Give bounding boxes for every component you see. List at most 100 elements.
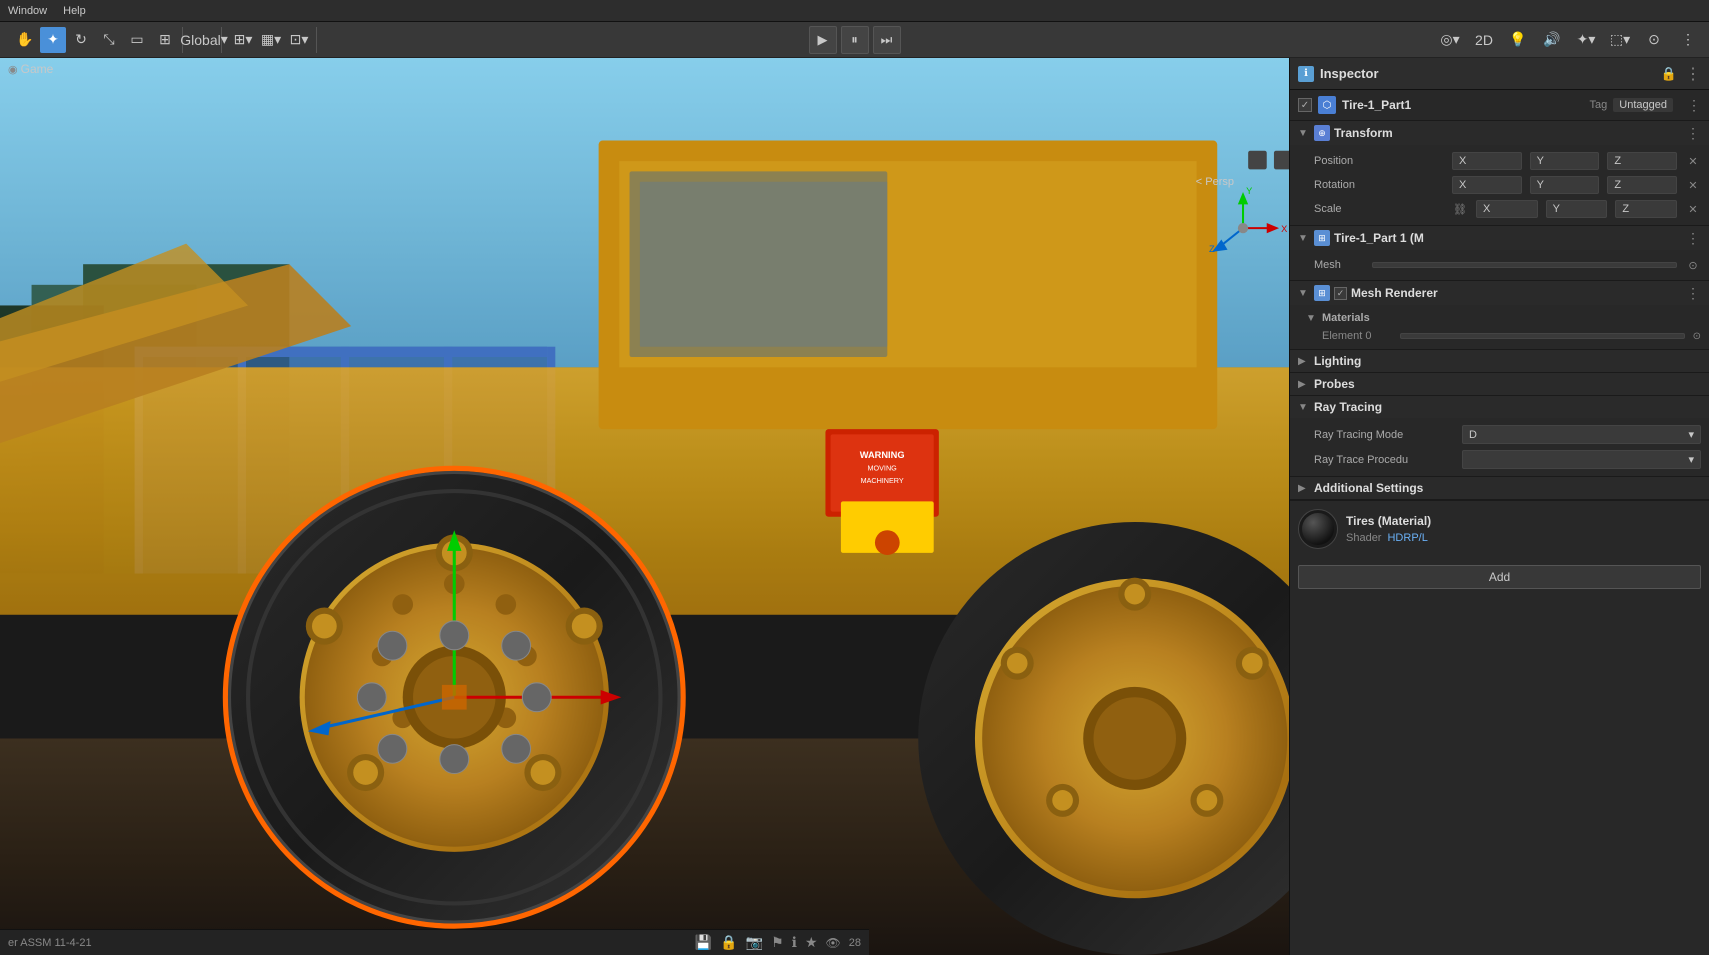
object-type-icon: ⬡: [1318, 96, 1336, 114]
rotate-tool[interactable]: ↻: [68, 27, 94, 53]
position-x[interactable]: X: [1452, 152, 1522, 170]
svg-text:MACHINERY: MACHINERY: [861, 476, 904, 485]
transform-body: Position X Y Z ✕ Rotation X Y Z ✕ Sc: [1290, 145, 1709, 225]
light-button[interactable]: 💡: [1505, 27, 1531, 53]
position-y[interactable]: Y: [1530, 152, 1600, 170]
visibility-button[interactable]: ◎▾: [1437, 27, 1463, 53]
ray-trace-procedure-row: Ray Trace Procedu ▾: [1290, 447, 1709, 472]
additional-settings-header[interactable]: ▶ Additional Settings: [1290, 477, 1709, 499]
move-tool[interactable]: ✦: [40, 27, 66, 53]
audio-button[interactable]: 🔊: [1539, 27, 1565, 53]
mesh-select-icon[interactable]: ⊙: [1685, 257, 1701, 273]
transform-section-header[interactable]: ▼ ⊕ Transform ⋮: [1290, 121, 1709, 145]
position-reset-icon[interactable]: ✕: [1685, 153, 1701, 169]
rotation-x[interactable]: X: [1452, 176, 1522, 194]
scale-reset-icon[interactable]: ✕: [1685, 201, 1701, 217]
element-0-select-icon[interactable]: ⊙: [1693, 331, 1701, 342]
lock-icon[interactable]: 🔒: [720, 934, 737, 951]
inspector-body: ✓ ⬡ Tire-1_Part1 Tag Untagged ⋮ ▼ ⊕ Tran…: [1290, 90, 1709, 955]
materials-subsection-header[interactable]: ▼ Materials: [1290, 309, 1709, 327]
mesh-renderer-title: Mesh Renderer: [1351, 286, 1681, 300]
scale-row: Scale ⛓ X Y Z ✕: [1290, 197, 1709, 221]
probes-section-header[interactable]: ▶ Probes: [1290, 373, 1709, 395]
material-preview: Tires (Material) Shader HDRP/L: [1290, 500, 1709, 557]
mesh-filter-header[interactable]: ▼ ⊞ Tire-1_Part 1 (M ⋮: [1290, 226, 1709, 250]
pivot-tools: Global ▾: [187, 27, 222, 53]
mesh-value[interactable]: [1372, 262, 1677, 268]
object-menu-icon[interactable]: ⋮: [1687, 97, 1701, 114]
mesh-renderer-header[interactable]: ▼ ⊞ ✓ Mesh Renderer ⋮: [1290, 281, 1709, 305]
pivot-button[interactable]: Global ▾: [191, 27, 217, 53]
fx-button[interactable]: ✦▾: [1573, 27, 1599, 53]
inspector-menu-icon[interactable]: ⋮: [1685, 64, 1701, 84]
probes-arrow-icon: ▶: [1298, 379, 1310, 390]
rotation-reset-icon[interactable]: ✕: [1685, 177, 1701, 193]
scene-svg: WARNING MOVING MACHINERY Y: [0, 58, 1289, 955]
viewport[interactable]: WARNING MOVING MACHINERY Y: [0, 58, 1289, 955]
shader-value[interactable]: HDRP/L: [1387, 532, 1427, 544]
position-row: Position X Y Z ✕: [1290, 149, 1709, 173]
rotation-y[interactable]: Y: [1530, 176, 1600, 194]
material-element-row: Element 0 ⊙: [1290, 327, 1709, 345]
snap-button[interactable]: ⊡▾: [286, 27, 312, 53]
layers-button[interactable]: ⊞▾: [230, 27, 256, 53]
mesh-row: Mesh ⊙: [1290, 254, 1709, 276]
flag-icon[interactable]: ⚑: [771, 934, 784, 951]
additional-settings-arrow-icon: ▶: [1298, 483, 1310, 494]
mesh-renderer-section: ▼ ⊞ ✓ Mesh Renderer ⋮ ▼ Materials Elemen…: [1290, 281, 1709, 350]
play-button[interactable]: ▶: [809, 26, 837, 54]
ray-tracing-section-header[interactable]: ▼ Ray Tracing: [1290, 396, 1709, 418]
gizmo-button[interactable]: ⊙: [1641, 27, 1667, 53]
transform-tool[interactable]: ⊞: [152, 27, 178, 53]
ray-tracing-mode-value[interactable]: D ▾: [1462, 425, 1701, 444]
info-icon[interactable]: ℹ: [792, 934, 797, 951]
hand-tool[interactable]: ✋: [12, 27, 38, 53]
lock-inspector-icon[interactable]: 🔒: [1661, 66, 1677, 82]
star-icon[interactable]: ★: [805, 934, 818, 951]
materials-arrow-icon: ▼: [1306, 313, 1318, 324]
mesh-filter-icon: ⊞: [1314, 230, 1330, 246]
scale-tool[interactable]: ⤡: [96, 27, 122, 53]
position-label: Position: [1314, 155, 1444, 167]
mesh-filter-menu-icon[interactable]: ⋮: [1685, 230, 1701, 246]
element-0-value[interactable]: [1400, 333, 1685, 339]
scale-link-icon[interactable]: ⛓: [1452, 201, 1468, 217]
lighting-title: Lighting: [1314, 354, 1701, 368]
scale-x[interactable]: X: [1476, 200, 1538, 218]
inspector-header: ℹ Inspector 🔒 ⋮: [1290, 58, 1709, 90]
scale-z[interactable]: Z: [1615, 200, 1677, 218]
tag-value[interactable]: Untagged: [1613, 98, 1673, 112]
mesh-filter-title: Tire-1_Part 1 (M: [1334, 231, 1681, 245]
scale-y[interactable]: Y: [1546, 200, 1608, 218]
eye-icon[interactable]: 👁: [826, 936, 841, 950]
lighting-section-header[interactable]: ▶ Lighting: [1290, 350, 1709, 372]
additional-settings-section: ▶ Additional Settings: [1290, 477, 1709, 500]
layout-button[interactable]: ▦▾: [258, 27, 284, 53]
pause-button[interactable]: ⏸: [841, 26, 869, 54]
camera-icon[interactable]: 📷: [746, 934, 763, 951]
ray-tracing-section: ▼ Ray Tracing Ray Tracing Mode D ▾ Ray T…: [1290, 396, 1709, 477]
aspect-button[interactable]: ⬚▾: [1607, 27, 1633, 53]
main-toolbar: ▶ ⏸ ⏭ ✋ ✦ ↻ ⤡ ▭ ⊞ Global ▾ ⊞▾ ▦▾ ⊡▾ ◎▾ 2…: [0, 22, 1709, 58]
material-swatch[interactable]: [1298, 509, 1338, 549]
transform-menu-icon[interactable]: ⋮: [1685, 125, 1701, 141]
save-icon[interactable]: 💾: [695, 934, 712, 951]
2d-button[interactable]: 2D: [1471, 27, 1497, 53]
ray-tracing-mode-dropdown-icon: ▾: [1688, 428, 1694, 441]
menu-window[interactable]: Window: [8, 5, 47, 17]
probes-title: Probes: [1314, 377, 1701, 391]
transform-icon: ⊕: [1314, 125, 1330, 141]
menu-help[interactable]: Help: [63, 5, 86, 17]
object-header: ✓ ⬡ Tire-1_Part1 Tag Untagged ⋮: [1290, 90, 1709, 121]
step-button[interactable]: ⏭: [873, 26, 901, 54]
mesh-renderer-enabled-checkbox[interactable]: ✓: [1334, 287, 1347, 300]
rotation-z[interactable]: Z: [1607, 176, 1677, 194]
rect-tool[interactable]: ▭: [124, 27, 150, 53]
position-z[interactable]: Z: [1607, 152, 1677, 170]
layer-count: 28: [849, 937, 861, 949]
add-component-button[interactable]: Add: [1298, 565, 1701, 589]
more-button[interactable]: ⋮: [1675, 27, 1701, 53]
ray-trace-procedure-value[interactable]: ▾: [1462, 450, 1701, 469]
object-active-checkbox[interactable]: ✓: [1298, 98, 1312, 112]
mesh-renderer-menu-icon[interactable]: ⋮: [1685, 285, 1701, 301]
